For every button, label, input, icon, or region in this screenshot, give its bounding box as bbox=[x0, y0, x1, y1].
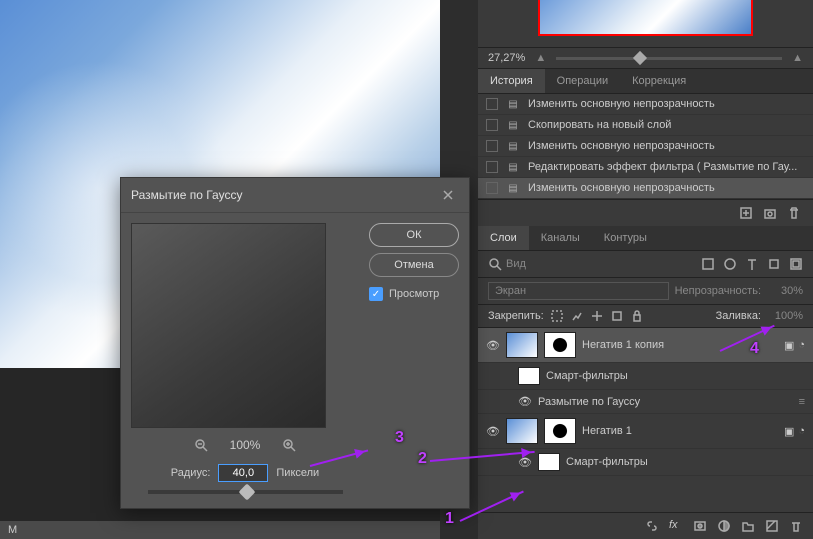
radius-unit: Пиксели bbox=[276, 467, 319, 479]
ok-button[interactable]: ОК bbox=[369, 223, 459, 247]
filter-fx-icon: ◔ bbox=[798, 339, 805, 352]
visibility-toggle[interactable]: 👁 bbox=[518, 395, 532, 408]
lock-label: Закрепить: bbox=[488, 310, 544, 322]
layer-thumbnail[interactable] bbox=[506, 418, 538, 444]
dialog-close-button[interactable] bbox=[437, 184, 459, 206]
camera-icon[interactable] bbox=[763, 206, 777, 220]
preview-checkbox[interactable]: ✓ bbox=[369, 287, 383, 301]
layer-mask-thumbnail[interactable] bbox=[544, 332, 576, 358]
tab-correction[interactable]: Коррекция bbox=[620, 69, 698, 93]
navigator-panel bbox=[478, 0, 813, 48]
close-icon bbox=[441, 188, 455, 202]
history-item[interactable]: ▤Изменить основную непрозрачность bbox=[478, 94, 813, 115]
filter-pixel-icon[interactable] bbox=[701, 257, 715, 271]
history-item[interactable]: ▤Изменить основную непрозрачность bbox=[478, 136, 813, 157]
nav-slider-thumb[interactable] bbox=[633, 50, 647, 64]
smart-filter-item[interactable]: 👁 Размытие по Гауссу ≡ bbox=[478, 390, 813, 414]
link-layers-icon[interactable] bbox=[645, 519, 659, 533]
lock-artboard-icon[interactable] bbox=[610, 309, 624, 323]
blur-preview[interactable] bbox=[131, 223, 326, 428]
filter-mask-thumbnail[interactable] bbox=[538, 453, 560, 471]
layer-name[interactable]: Негатив 1 bbox=[582, 425, 778, 437]
group-icon[interactable] bbox=[741, 519, 755, 533]
layer-filter-type[interactable]: Вид bbox=[506, 258, 526, 270]
smart-object-icon: ▣ bbox=[784, 425, 794, 438]
visibility-toggle[interactable]: 👁 bbox=[486, 425, 500, 438]
radius-label: Радиус: bbox=[171, 467, 211, 479]
filter-mask-thumbnail[interactable] bbox=[518, 367, 540, 385]
lock-transparent-icon[interactable] bbox=[550, 309, 564, 323]
fill-label: Заливка: bbox=[716, 310, 761, 322]
smart-filters-label: Смарт-фильтры bbox=[566, 456, 805, 468]
layer-item[interactable]: 👁 Негатив 1 ▣ ◔ bbox=[478, 414, 813, 449]
status-bar: М bbox=[0, 521, 440, 539]
annotation-number: 3 bbox=[395, 429, 404, 447]
delete-layer-icon[interactable] bbox=[789, 519, 803, 533]
navigator-thumbnail[interactable] bbox=[538, 0, 753, 36]
layer-fx-icon[interactable]: fx bbox=[669, 519, 683, 533]
tab-paths[interactable]: Контуры bbox=[592, 226, 659, 250]
adjustment-layer-icon[interactable] bbox=[717, 519, 731, 533]
layer-name[interactable]: Негатив 1 копия bbox=[582, 339, 778, 351]
filter-fx-icon: ◔ bbox=[798, 425, 805, 438]
filter-name[interactable]: Размытие по Гауссу bbox=[538, 396, 793, 408]
tab-layers[interactable]: Слои bbox=[478, 226, 529, 250]
filter-options-icon[interactable]: ≡ bbox=[799, 396, 805, 408]
tab-channels[interactable]: Каналы bbox=[529, 226, 592, 250]
opacity-value[interactable]: 30% bbox=[767, 285, 803, 297]
slider-thumb[interactable] bbox=[239, 484, 256, 501]
smart-filters-label: Смарт-фильтры bbox=[546, 370, 805, 382]
history-list: ▤Изменить основную непрозрачность ▤Скопи… bbox=[478, 94, 813, 199]
filter-smart-icon[interactable] bbox=[789, 257, 803, 271]
history-item[interactable]: ▤Редактировать эффект фильтра ( Размытие… bbox=[478, 157, 813, 178]
radius-input[interactable] bbox=[218, 464, 268, 482]
layer-mask-thumbnail[interactable] bbox=[544, 418, 576, 444]
visibility-toggle[interactable]: 👁 bbox=[486, 339, 500, 352]
annotation-number: 2 bbox=[418, 450, 427, 468]
dialog-titlebar[interactable]: Размытие по Гауссу bbox=[121, 178, 469, 213]
layer-mask-icon[interactable] bbox=[693, 519, 707, 533]
history-tabs: История Операции Коррекция bbox=[478, 69, 813, 94]
lock-all-icon[interactable] bbox=[630, 309, 644, 323]
filter-adjustment-icon[interactable] bbox=[723, 257, 737, 271]
radius-slider[interactable] bbox=[148, 490, 343, 494]
navigator-zoom: 27,27% bbox=[488, 52, 525, 64]
history-item[interactable]: ▤Скопировать на новый слой bbox=[478, 115, 813, 136]
history-item[interactable]: ▤Изменить основную непрозрачность bbox=[478, 178, 813, 199]
layers-tabs: Слои Каналы Контуры bbox=[478, 226, 813, 251]
opacity-label: Непрозрачность: bbox=[675, 285, 761, 297]
layer-thumbnail[interactable] bbox=[506, 332, 538, 358]
lock-image-icon[interactable] bbox=[570, 309, 584, 323]
navigator-zoom-slider[interactable] bbox=[556, 57, 782, 60]
new-layer-icon[interactable] bbox=[765, 519, 779, 533]
smart-filters-header[interactable]: Смарт-фильтры bbox=[478, 363, 813, 390]
lock-position-icon[interactable] bbox=[590, 309, 604, 323]
preview-label: Просмотр bbox=[389, 288, 439, 300]
tab-history[interactable]: История bbox=[478, 69, 545, 93]
filter-type-icon[interactable] bbox=[745, 257, 759, 271]
trash-icon[interactable] bbox=[787, 206, 801, 220]
zoom-in-icon bbox=[282, 438, 296, 452]
zoom-out-button[interactable] bbox=[192, 436, 210, 454]
layers-list: 👁 Негатив 1 копия ▣ ◔ Смарт-фильтры 👁 Раз… bbox=[478, 328, 813, 512]
cancel-button[interactable]: Отмена bbox=[369, 253, 459, 277]
zoom-out-icon bbox=[194, 438, 208, 452]
zoom-percent: 100% bbox=[230, 438, 261, 452]
zoom-in-button[interactable] bbox=[280, 436, 298, 454]
smart-object-icon: ▣ bbox=[784, 339, 794, 352]
annotation-number: 4 bbox=[750, 340, 759, 358]
panels-dock: 27,27% ▲ ▲ История Операции Коррекция ▤И… bbox=[478, 0, 813, 539]
new-snapshot-icon[interactable] bbox=[739, 206, 753, 220]
dialog-title-text: Размытие по Гауссу bbox=[131, 188, 242, 202]
tab-actions[interactable]: Операции bbox=[545, 69, 620, 93]
blend-mode-select[interactable]: Экран bbox=[488, 282, 669, 300]
annotation-number: 1 bbox=[445, 510, 454, 528]
filter-shape-icon[interactable] bbox=[767, 257, 781, 271]
search-icon bbox=[488, 257, 502, 271]
